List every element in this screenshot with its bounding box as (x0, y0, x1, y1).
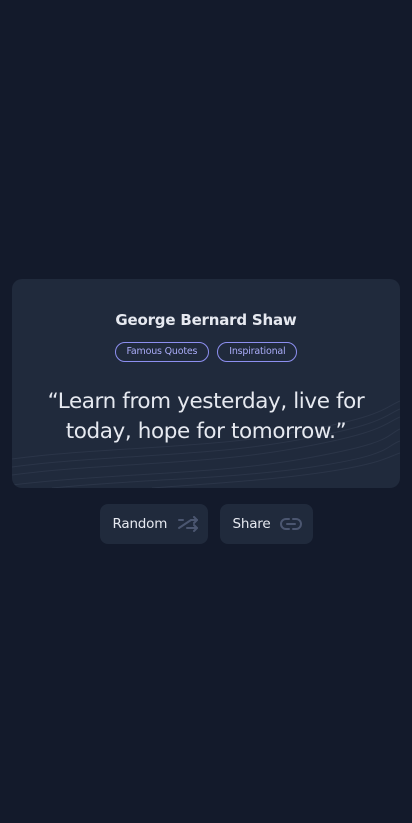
quote-author: George Bernard Shaw (115, 311, 297, 329)
quote-text: “Learn from yesterday, live for today, h… (47, 389, 365, 444)
random-button-label: Random (112, 516, 168, 532)
shuffle-arrows-icon (177, 516, 199, 532)
tag-list: Famous Quotes Inspirational (12, 342, 400, 362)
action-bar: Random Share (0, 504, 412, 544)
tag-inspirational[interactable]: Inspirational (217, 342, 298, 362)
share-button[interactable]: Share (219, 504, 313, 544)
tag-famous-quotes[interactable]: Famous Quotes (114, 342, 210, 362)
quote-page: George Bernard Shaw Famous Quotes Inspir… (0, 0, 412, 823)
link-icon (280, 517, 303, 531)
quote-card: George Bernard Shaw Famous Quotes Inspir… (12, 279, 400, 488)
random-button[interactable]: Random (99, 504, 208, 544)
share-button-label: Share (232, 516, 271, 532)
